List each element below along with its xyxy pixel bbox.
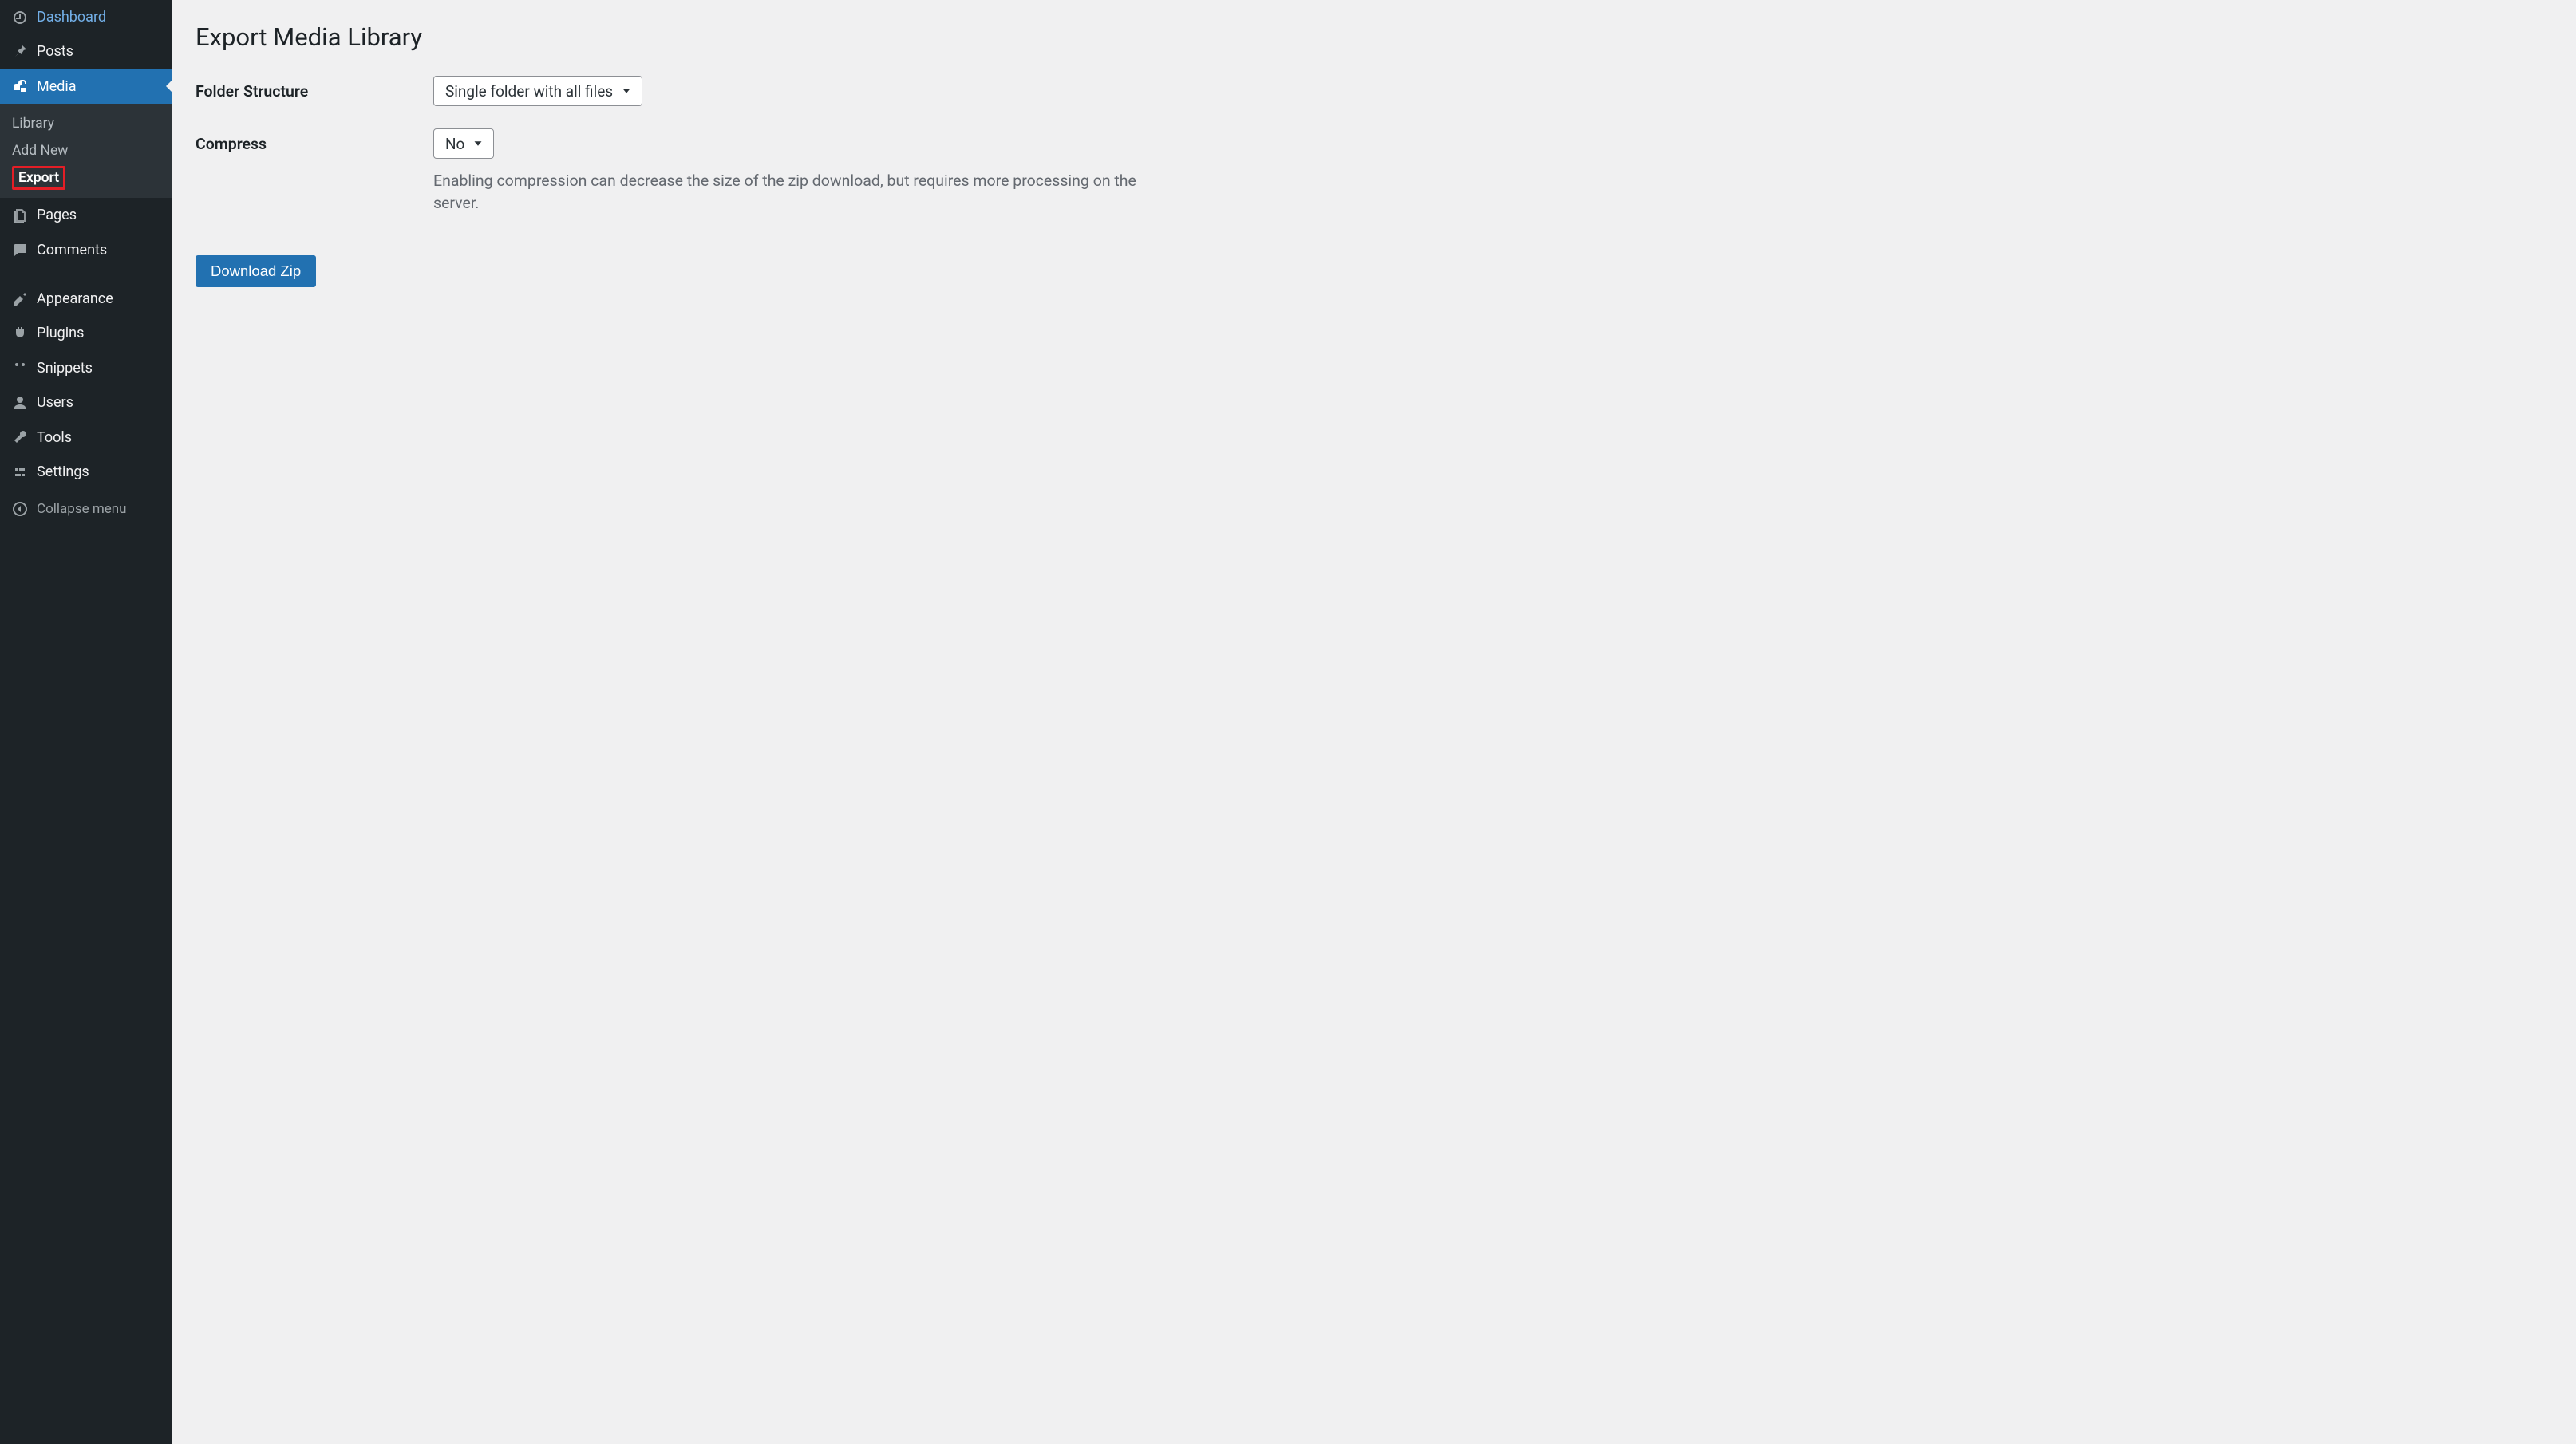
plugins-icon [11, 325, 29, 342]
settings-icon [11, 464, 29, 481]
folder-structure-select[interactable]: Single folder with all files [433, 76, 642, 106]
sidebar-item-appearance[interactable]: Appearance [0, 282, 172, 316]
sidebar-label: Media [37, 77, 77, 96]
compress-help-text: Enabling compression can decrease the si… [433, 170, 1152, 215]
folder-structure-label: Folder Structure [196, 76, 433, 101]
download-zip-button[interactable]: Download Zip [196, 255, 316, 287]
media-icon [11, 77, 29, 95]
sidebar-label: Pages [37, 206, 77, 224]
pages-icon [11, 207, 29, 224]
sidebar-label: Appearance [37, 290, 113, 308]
sidebar-item-pages[interactable]: Pages [0, 198, 172, 232]
users-icon [11, 394, 29, 412]
compress-label: Compress [196, 128, 433, 153]
sidebar-item-comments[interactable]: Comments [0, 233, 172, 267]
sidebar-item-snippets[interactable]: Snippets [0, 351, 172, 385]
sidebar-item-media[interactable]: Media [0, 69, 172, 104]
chevron-down-icon [619, 84, 634, 98]
main-content: Export Media Library Folder Structure Si… [172, 0, 2576, 1444]
tools-icon [11, 428, 29, 446]
submenu-label: Export [12, 166, 65, 190]
sidebar-label: Comments [37, 241, 107, 259]
field-row-compress: Compress No Enabling compression can dec… [196, 128, 2552, 215]
collapse-icon [11, 500, 29, 518]
comments-icon [11, 241, 29, 258]
sidebar-item-users[interactable]: Users [0, 385, 172, 420]
appearance-icon [11, 290, 29, 308]
select-value: Single folder with all files [445, 82, 613, 101]
sidebar-label: Posts [37, 42, 73, 61]
media-submenu: Library Add New Export [0, 104, 172, 198]
submenu-item-export[interactable]: Export [0, 164, 172, 191]
sidebar-label: Users [37, 393, 73, 412]
select-value: No [445, 135, 464, 153]
sidebar-label: Tools [37, 428, 72, 447]
sidebar-item-tools[interactable]: Tools [0, 420, 172, 455]
sidebar-label: Dashboard [37, 8, 106, 26]
sidebar-item-settings[interactable]: Settings [0, 455, 172, 489]
submenu-item-add-new[interactable]: Add New [0, 137, 172, 164]
pin-icon [11, 43, 29, 61]
admin-sidebar: Dashboard Posts Media Library Add New Ex… [0, 0, 172, 1444]
sidebar-item-posts[interactable]: Posts [0, 34, 172, 69]
snippets-icon [11, 359, 29, 377]
sidebar-label: Plugins [37, 324, 84, 342]
sidebar-item-dashboard[interactable]: Dashboard [0, 0, 172, 34]
sidebar-label: Snippets [37, 359, 93, 377]
compress-select[interactable]: No [433, 128, 494, 159]
sidebar-label: Settings [37, 463, 89, 481]
dashboard-icon [11, 9, 29, 26]
chevron-down-icon [471, 136, 485, 151]
collapse-menu[interactable]: Collapse menu [0, 492, 172, 526]
submenu-item-library[interactable]: Library [0, 110, 172, 137]
sidebar-item-plugins[interactable]: Plugins [0, 316, 172, 350]
collapse-label: Collapse menu [37, 501, 127, 517]
page-title: Export Media Library [196, 22, 2552, 52]
field-row-folder-structure: Folder Structure Single folder with all … [196, 76, 2552, 106]
